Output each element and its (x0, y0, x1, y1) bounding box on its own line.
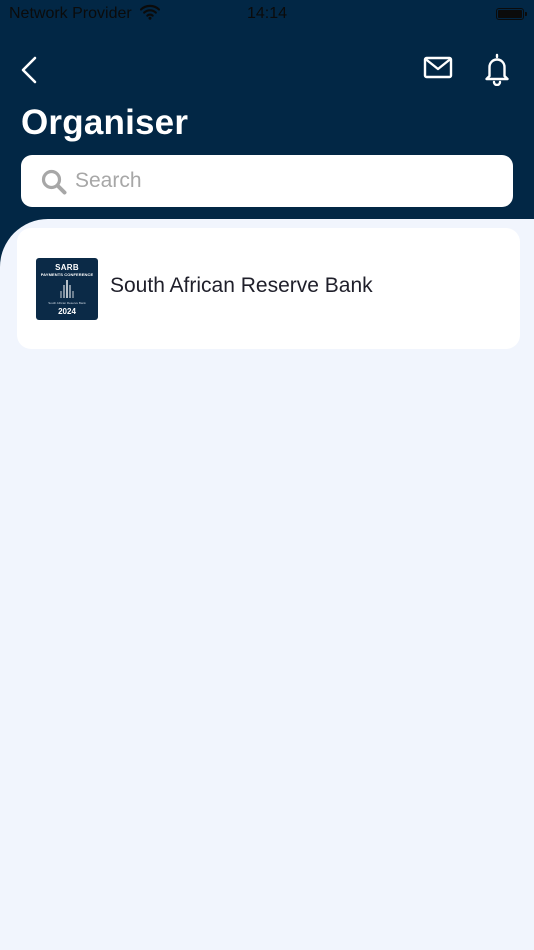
status-time: 14:14 (247, 5, 288, 22)
notifications-button[interactable] (482, 52, 512, 87)
organiser-logo: SARB PAYMENTS CONFERENCE South African R… (36, 258, 98, 320)
search-input[interactable] (75, 165, 495, 197)
carrier-label: Network Provider (9, 5, 132, 22)
chevron-left-icon (21, 56, 37, 84)
building-icon (60, 280, 74, 298)
wifi-icon (139, 4, 161, 25)
organiser-card[interactable]: SARB PAYMENTS CONFERENCE South African R… (17, 228, 520, 349)
search-icon (41, 169, 67, 195)
page-title: Organiser (21, 103, 189, 142)
mail-icon (423, 56, 453, 79)
battery-icon (496, 8, 527, 20)
search-bar[interactable] (21, 155, 513, 207)
status-bar: Network Provider 14:14 (0, 0, 534, 28)
organiser-name: South African Reserve Bank (110, 274, 373, 297)
logo-line-4: 2024 (58, 307, 76, 316)
logo-line-2: PAYMENTS CONFERENCE (40, 272, 94, 277)
logo-line-3: South African Reserve Bank (48, 301, 86, 305)
logo-line-1: SARB (55, 263, 79, 272)
messages-button[interactable] (422, 54, 454, 82)
back-button[interactable] (14, 54, 46, 86)
bell-icon (485, 53, 509, 87)
